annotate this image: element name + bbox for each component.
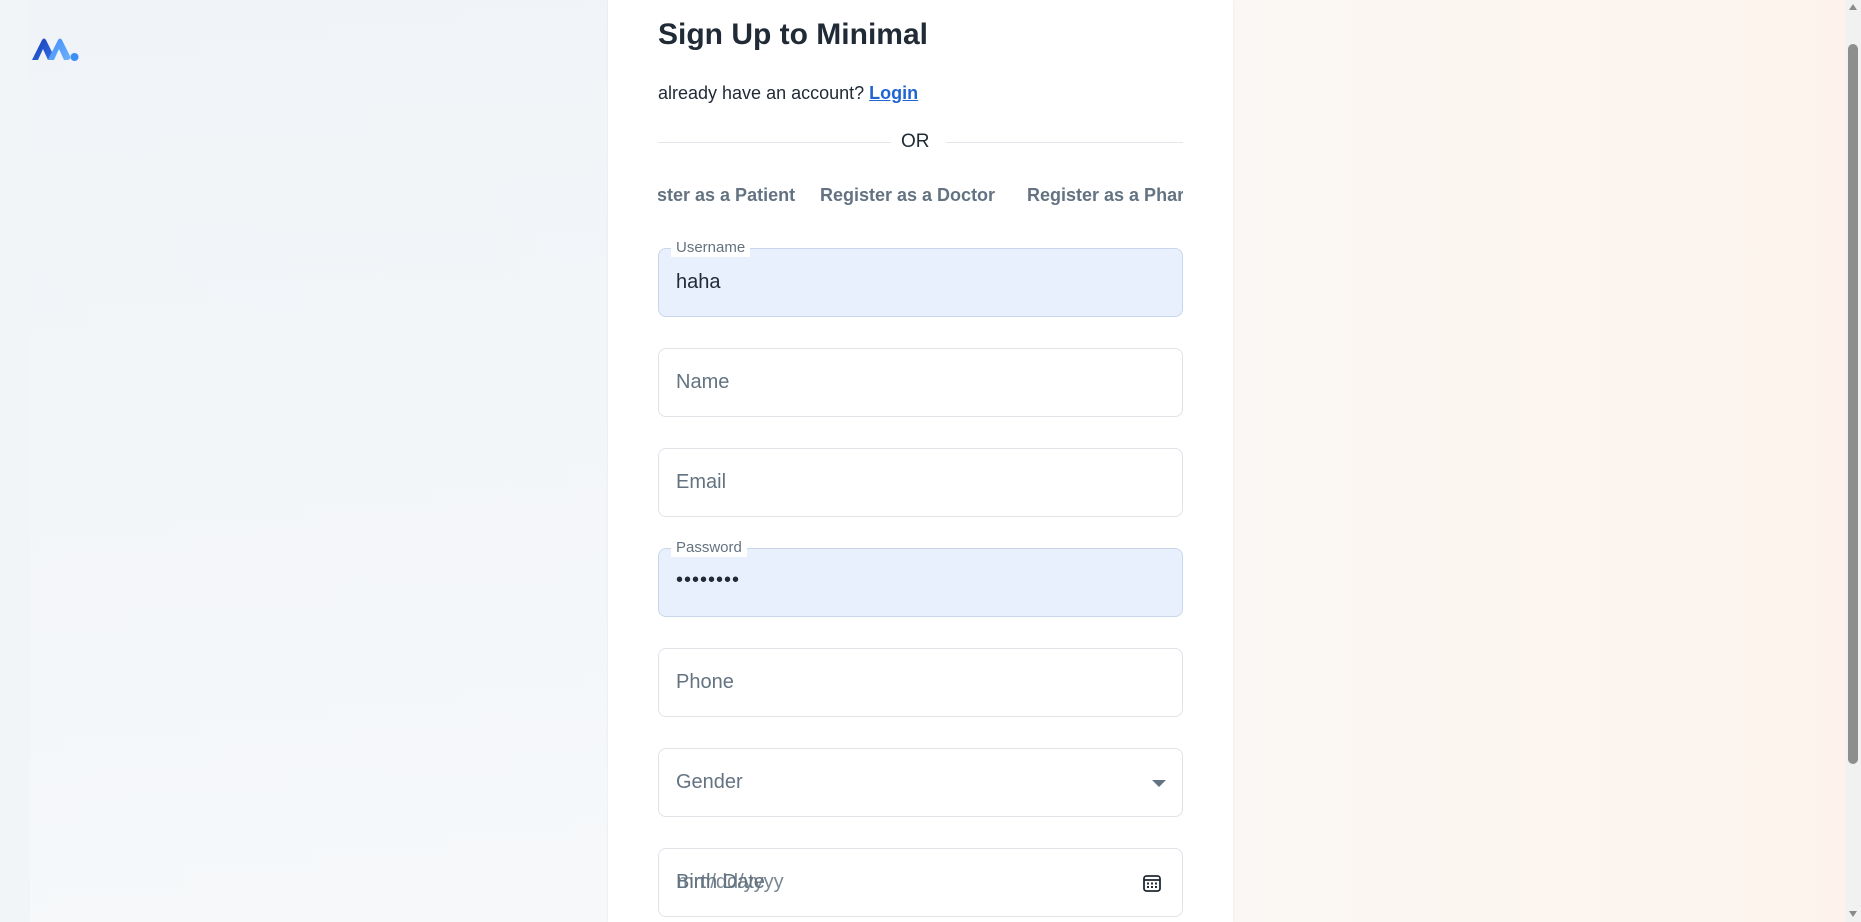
email-field[interactable]: Email <box>658 448 1183 517</box>
or-divider: OR <box>658 131 1183 155</box>
signup-card: Sign Up to Minimal already have an accou… <box>608 0 1233 922</box>
vertical-scrollbar[interactable] <box>1845 0 1861 922</box>
name-placeholder: Name <box>676 371 730 393</box>
phone-placeholder: Phone <box>676 671 734 693</box>
account-prompt-text: already have an account? <box>658 83 865 103</box>
chevron-down-icon[interactable] <box>1152 780 1166 787</box>
scrollbar-thumb[interactable] <box>1848 44 1858 764</box>
page-title: Sign Up to Minimal <box>658 18 928 51</box>
gender-placeholder: Gender <box>676 771 743 793</box>
username-field[interactable]: Username haha <box>658 239 1183 317</box>
name-field[interactable]: Name <box>658 348 1183 417</box>
tab-register-pharmacist[interactable]: Register as a Pharmacist <box>1027 185 1183 206</box>
page-viewport: Sign Up to Minimal already have an accou… <box>0 0 1845 922</box>
phone-field[interactable]: Phone <box>658 648 1183 717</box>
calendar-icon[interactable] <box>1142 873 1162 893</box>
divider-line-right <box>946 142 1183 143</box>
scroll-down-arrow-icon[interactable] <box>1849 911 1857 917</box>
password-field[interactable]: Password •••••••• <box>658 539 1183 617</box>
registration-role-tabs: Register as a Patient Register as a Doct… <box>658 185 1183 211</box>
login-link[interactable]: Login <box>869 83 918 103</box>
login-prompt: already have an account? Login <box>658 83 918 104</box>
left-background-panel <box>30 0 608 922</box>
email-placeholder: Email <box>676 471 727 493</box>
minimal-logo-icon[interactable] <box>30 34 80 64</box>
gender-select[interactable]: Gender <box>658 748 1183 817</box>
divider-text: OR <box>901 131 930 152</box>
password-label: Password <box>671 539 747 557</box>
username-value: haha <box>676 271 721 293</box>
tab-register-doctor[interactable]: Register as a Doctor <box>820 185 995 206</box>
username-label: Username <box>671 239 751 257</box>
scroll-up-arrow-icon[interactable] <box>1849 4 1857 10</box>
divider-line-left <box>658 142 891 143</box>
tab-register-patient[interactable]: Register as a Patient <box>658 185 795 206</box>
birth-date-field[interactable]: Birth Date mm/dd/yyyy <box>658 848 1183 917</box>
date-format-hint: mm/dd/yyyy <box>677 871 784 893</box>
password-value: •••••••• <box>676 569 741 591</box>
